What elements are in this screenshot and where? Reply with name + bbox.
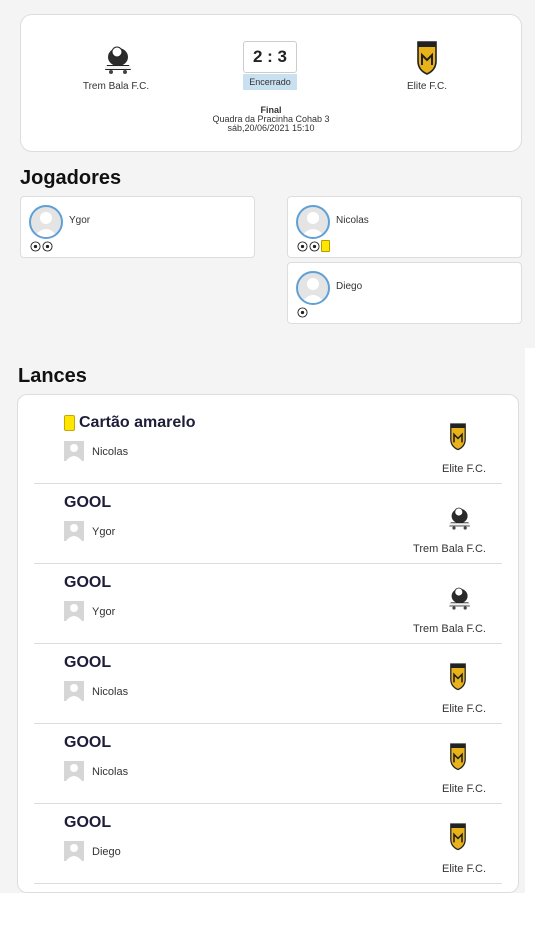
away-team-name: Elite F.C. — [406, 81, 447, 92]
away-team[interactable]: Elite F.C. — [367, 37, 487, 92]
match-info: Final Quadra da Pracinha Cohab 3 sáb,20/… — [21, 106, 521, 133]
lance-team: Trem Bala F.C. — [413, 623, 486, 635]
elite-logo-icon — [450, 423, 466, 451]
lance-item[interactable]: GOOL Ygor Trem Bala F.C. — [34, 563, 502, 644]
lance-player: Ygor — [92, 526, 116, 538]
player-card-away-nicolas[interactable]: Nicolas — [287, 196, 522, 258]
lance-player: Ygor — [92, 606, 116, 618]
lance-team: Elite F.C. — [441, 863, 486, 875]
yellow-card-icon — [321, 240, 330, 252]
lance-team: Elite F.C. — [441, 463, 486, 475]
player-events — [297, 240, 330, 252]
lance-item[interactable]: GOOL Nicolas Elite F.C. — [34, 643, 502, 724]
trem-bala-logo-icon — [449, 587, 470, 610]
player-card-home-ygor[interactable]: Ygor — [20, 196, 255, 258]
match-score: 2 : 3 — [243, 41, 297, 73]
lance-team: Elite F.C. — [441, 703, 486, 715]
lances-list: Cartão amarelo Nicolas Elite F.C. GOOL Y… — [17, 394, 519, 893]
lance-player: Nicolas — [92, 766, 129, 778]
lance-player: Nicolas — [92, 446, 129, 458]
lance-title: GOOL — [64, 494, 111, 512]
player-name: Diego — [336, 281, 363, 292]
lance-player: Nicolas — [92, 686, 129, 698]
player-avatar — [296, 205, 330, 239]
player-avatar — [64, 601, 84, 621]
lance-player: Diego — [92, 846, 121, 858]
elite-logo-icon — [450, 823, 466, 851]
lance-team: Elite F.C. — [441, 783, 486, 795]
player-events — [297, 306, 308, 318]
players-section-title: Jogadores — [20, 167, 122, 189]
elite-logo-icon — [417, 41, 437, 75]
lance-title: GOOL — [64, 734, 111, 752]
soccer-ball-icon — [297, 306, 308, 318]
lance-type: GOOL — [64, 734, 112, 751]
lance-item[interactable]: GOOL Nicolas Elite F.C. — [34, 723, 502, 804]
player-avatar — [64, 681, 84, 701]
elite-logo-icon — [450, 743, 466, 771]
trem-bala-logo-icon — [449, 507, 470, 530]
player-name: Ygor — [69, 215, 91, 226]
player-avatar — [64, 441, 84, 461]
yellow-card-icon — [64, 415, 75, 431]
lance-title: Cartão amarelo — [64, 414, 196, 432]
trem-bala-logo-icon — [105, 46, 131, 74]
soccer-ball-icon — [297, 240, 308, 252]
player-avatar — [29, 205, 63, 239]
elite-logo-icon — [450, 663, 466, 691]
soccer-ball-icon — [309, 240, 320, 252]
lance-type: GOOL — [64, 814, 112, 831]
lance-item[interactable]: Cartão amarelo Nicolas Elite F.C. — [34, 403, 502, 484]
lance-type: GOOL — [64, 574, 112, 591]
player-avatar — [296, 271, 330, 305]
lance-title: GOOL — [64, 654, 111, 672]
player-events — [30, 240, 53, 252]
lance-type: GOOL — [64, 654, 112, 671]
match-card: Trem Bala F.C. 2 : 3 Encerrado Elite F.C… — [20, 14, 522, 152]
lance-title: GOOL — [64, 814, 111, 832]
scoreboard: 2 : 3 Encerrado — [243, 41, 297, 90]
soccer-ball-icon — [42, 240, 53, 252]
player-avatar — [64, 521, 84, 541]
player-name: Nicolas — [336, 215, 369, 226]
match-status-badge: Encerrado — [243, 74, 297, 90]
lance-type: GOOL — [64, 494, 112, 511]
lance-title: GOOL — [64, 574, 111, 592]
player-avatar — [64, 841, 84, 861]
player-card-away-diego[interactable]: Diego — [287, 262, 522, 324]
home-team-name: Trem Bala F.C. — [82, 81, 150, 92]
match-datetime: sáb,20/06/2021 15:10 — [227, 123, 315, 133]
lance-item[interactable]: GOOL Diego Elite F.C. — [34, 803, 502, 884]
lance-item[interactable]: GOOL Ygor Trem Bala F.C. — [34, 483, 502, 564]
home-team[interactable]: Trem Bala F.C. — [56, 37, 176, 92]
soccer-ball-icon — [30, 240, 41, 252]
lances-section-title: Lances — [18, 365, 87, 387]
lance-team: Trem Bala F.C. — [413, 543, 486, 555]
player-avatar — [64, 761, 84, 781]
lance-type: Cartão amarelo — [79, 414, 196, 431]
